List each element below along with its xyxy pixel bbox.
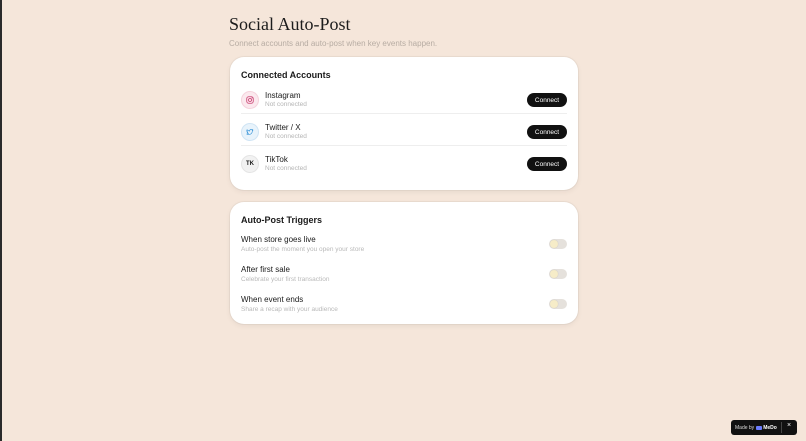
- connected-accounts-card: Connected Accounts Instagram Not connect…: [230, 57, 578, 190]
- trigger-row-event-ends: When event ends Share a recap with your …: [241, 293, 567, 315]
- trigger-description: Celebrate your first transaction: [241, 275, 330, 283]
- trigger-row-first-sale: After first sale Celebrate your first tr…: [241, 263, 567, 285]
- twitter-icon: [241, 123, 259, 141]
- page-subtitle: Connect accounts and auto-post when key …: [229, 39, 438, 48]
- divider: [241, 113, 567, 114]
- store-live-toggle[interactable]: [549, 239, 567, 249]
- account-status: Not connected: [265, 133, 307, 140]
- account-name: TikTok: [265, 155, 288, 164]
- page-title: Social Auto-Post: [229, 14, 351, 34]
- connect-tiktok-button[interactable]: Connect: [527, 157, 567, 171]
- account-row-tiktok: TK TikTok Not connected Connect: [241, 148, 567, 180]
- account-row-instagram: Instagram Not connected Connect: [241, 84, 567, 116]
- account-row-twitter: Twitter / X Not connected Connect: [241, 116, 567, 148]
- event-ends-toggle[interactable]: [549, 299, 567, 309]
- page-header: Social Auto-Post Connect accounts and au…: [229, 14, 437, 48]
- close-icon[interactable]: ×: [787, 422, 791, 429]
- trigger-name: After first sale: [241, 264, 290, 274]
- account-status: Not connected: [265, 101, 307, 108]
- trigger-description: Auto-post the moment you open your store: [241, 245, 365, 253]
- trigger-name: When event ends: [241, 294, 304, 304]
- instagram-icon: [241, 91, 259, 109]
- trigger-name: When store goes live: [241, 234, 316, 244]
- badge-brand: MeDo: [763, 424, 777, 431]
- account-name: Instagram: [265, 91, 301, 100]
- trigger-description: Share a recap with your audience: [241, 305, 338, 313]
- trigger-row-store-live: When store goes live Auto-post the momen…: [241, 233, 567, 255]
- tiktok-icon: TK: [241, 155, 259, 173]
- first-sale-toggle[interactable]: [549, 269, 567, 279]
- badge-label: Made by: [735, 424, 755, 431]
- made-by-badge[interactable]: Made by MeDo ×: [731, 420, 797, 435]
- auto-post-triggers-title: Auto-Post Triggers: [241, 215, 323, 225]
- connect-twitter-button[interactable]: Connect: [527, 125, 567, 139]
- account-status: Not connected: [265, 165, 307, 172]
- connected-accounts-title: Connected Accounts: [241, 70, 331, 80]
- medo-logo: MeDo: [756, 425, 777, 431]
- window-edge: [0, 0, 2, 441]
- connect-instagram-button[interactable]: Connect: [527, 93, 567, 107]
- account-name: Twitter / X: [265, 123, 301, 132]
- divider: [241, 145, 567, 146]
- medo-logo-icon: [756, 425, 763, 430]
- auto-post-triggers-card: Auto-Post Triggers When store goes live …: [230, 202, 578, 324]
- badge-separator: [781, 422, 782, 433]
